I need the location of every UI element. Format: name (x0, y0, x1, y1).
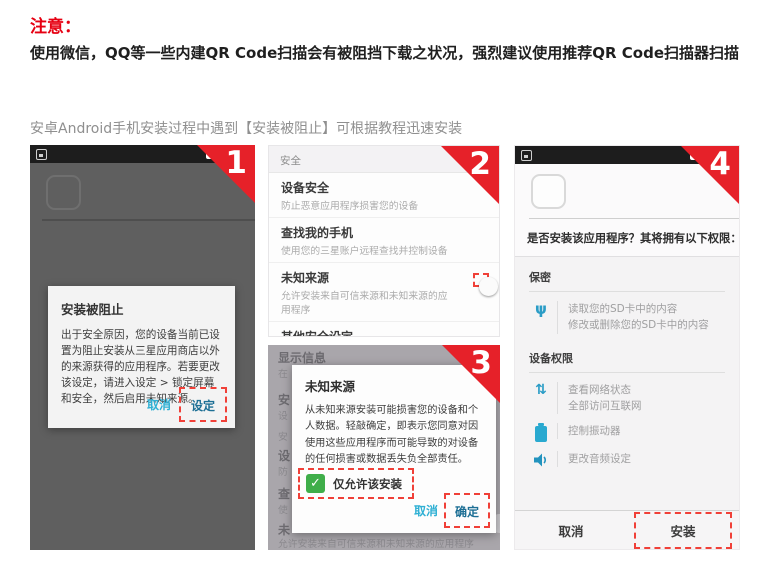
item-title: 查找我的手机 (281, 224, 487, 241)
permission-text: 读取您的SD卡中的内容 (568, 301, 709, 317)
checkbox-label: 仅允许该安装 (333, 476, 402, 492)
tutorial-page: 注意： 使用微信，QQ等一些内建QR Code扫描会有被阻挡下载之状况，强烈建议… (0, 0, 767, 570)
settings-item-find-my-mobile[interactable]: 查找我的手机 使用您的三星账户远程查找并控制设备 (269, 218, 499, 263)
network-arrows-icon: ⇅ (535, 383, 547, 397)
item-title: 未知来源 (281, 269, 487, 286)
section-privacy: 保密 (529, 265, 725, 292)
permission-text: 控制振动器 (568, 423, 621, 439)
bg-item-title: 查 (278, 485, 290, 502)
section-device-access: 设备权限 (529, 346, 725, 373)
bg-item-subtitle: 设 (278, 408, 288, 422)
highlight-box: 确定 (444, 493, 490, 528)
bg-item-subtitle: 在 (278, 366, 288, 380)
step-number: 1 (225, 145, 247, 182)
highlight-box: 设定 (179, 387, 227, 422)
screenshot-step4: 1 4G ◢ 7 是否安装该应用程序？其将拥有以下权限： 保密 ψ 读取您的SD… (514, 145, 740, 550)
highlight-box (473, 273, 489, 287)
speaker-icon (533, 452, 550, 468)
item-subtitle: 允许安装来自可信来源和未知来源的应用程序 (281, 288, 451, 316)
cancel-button[interactable]: 取消 (147, 396, 171, 413)
notice-label: 注意： (30, 12, 81, 37)
permission-text: 修改或删除您的SD卡中的内容 (568, 317, 709, 333)
permissions-list: 保密 ψ 读取您的SD卡中的内容 修改或删除您的SD卡中的内容 设备权限 ⇅ 查… (515, 256, 739, 510)
settings-item-other-security[interactable]: 其他安全设定 更改安全更新和证书存储等其他安全设定 (269, 322, 499, 337)
dialog-body: 从未知来源安装可能损害您的设备和个人数据。轻敲确定，即表示您同意对因使用这些应用… (292, 395, 496, 468)
checkbox-checked-icon[interactable]: ✓ (306, 474, 325, 493)
bg-section-header: 安 (278, 429, 288, 443)
cancel-button[interactable]: 取消 (414, 502, 438, 519)
install-button[interactable]: 安装 (670, 521, 695, 540)
permission-text: 更改音频设定 (568, 451, 631, 467)
permission-row-network: ⇅ 查看网络状态 全部访问互联网 (529, 382, 725, 415)
page-subtitle: 安卓Android手机安装过程中遇到【安装被阻止】可根据教程迅速安装 (30, 118, 745, 138)
install-blocked-dialog: 安装被阻止 出于安全原因，您的设备当前已设置为阻止安装从三星应用商店以外的来源获… (48, 286, 235, 428)
step-number: 4 (709, 146, 731, 183)
bg-item-subtitle: 允许安装来自可信来源和未知来源的应用程序 (278, 536, 474, 550)
permission-row-storage: ψ 读取您的SD卡中的内容 修改或删除您的SD卡中的内容 (529, 301, 725, 334)
item-title: 其他安全设定 (281, 328, 487, 337)
install-question: 是否安装该应用程序？其将拥有以下权限： (527, 230, 735, 246)
settings-button[interactable]: 设定 (191, 397, 215, 414)
bg-item-title: 设 (278, 447, 290, 464)
screenshot-step1: 1 4G ◢ 7 安装被阻止 出于安全原因，您的设备当前已设置为阻止安装从三星应… (30, 145, 255, 550)
divider (529, 218, 739, 219)
bg-item-title: 安 (278, 391, 290, 408)
item-subtitle: 使用您的三星账户远程查找并控制设备 (281, 243, 451, 257)
bg-item-subtitle: 使 (278, 502, 288, 516)
divider (42, 219, 255, 221)
permission-row-vibration: 控制振动器 (529, 423, 725, 442)
settings-item-unknown-sources[interactable]: 未知来源 允许安装来自可信来源和未知来源的应用程序 (269, 263, 499, 322)
permission-text: 全部访问互联网 (568, 398, 642, 414)
screenshot-icon (521, 150, 532, 161)
highlight-box: ✓ 仅允许该安装 (298, 468, 414, 499)
usb-storage-icon: ψ (535, 302, 547, 317)
bg-item-title: 显示信息 (278, 349, 326, 366)
highlight-box: 安装 (634, 512, 731, 549)
step-number: 2 (469, 146, 491, 183)
screenshot-icon (36, 149, 47, 160)
step-number: 3 (470, 345, 492, 382)
cancel-button[interactable]: 取消 (558, 521, 583, 540)
screenshot-step3: 显示信息 在 安 设 安 设 防 查 使 未 允许安装来自可信来源和未知来源的应… (268, 345, 500, 550)
dialog-button-bar: 取消 安装 (515, 510, 739, 549)
app-icon-placeholder (46, 175, 81, 210)
dialog-title: 安装被阻止 (48, 286, 235, 318)
permission-row-audio: 更改音频设定 (529, 451, 725, 468)
screenshot-step2: 安全 设备安全 防止恶意应用程序损害您的设备 查找我的手机 使用您的三星账户远程… (268, 145, 500, 337)
vibration-icon (535, 426, 547, 442)
notice-body: 使用微信，QQ等一些内建QR Code扫描会有被阻挡下载之状况，强烈建议使用推荐… (30, 40, 745, 66)
bg-item-subtitle: 防 (278, 464, 288, 478)
item-subtitle: 防止恶意应用程序损害您的设备 (281, 198, 451, 212)
app-icon-placeholder (531, 174, 566, 209)
ok-button[interactable]: 确定 (455, 503, 479, 520)
permission-text: 查看网络状态 (568, 382, 642, 398)
